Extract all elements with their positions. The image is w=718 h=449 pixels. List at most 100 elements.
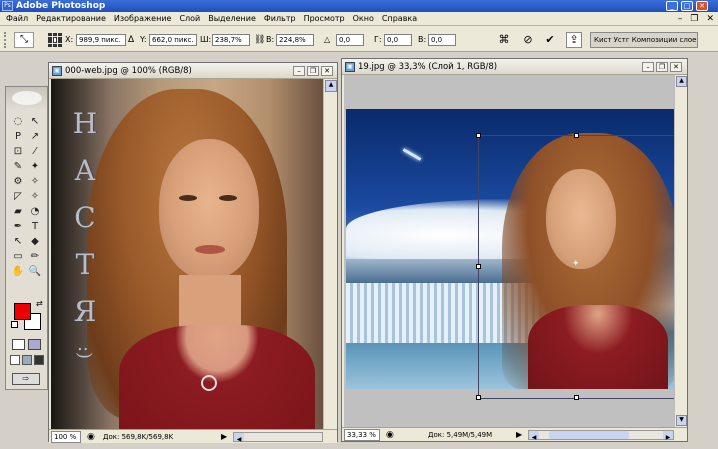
gradient-tool-icon[interactable]: ✧ bbox=[27, 190, 43, 204]
marquee-tool-icon[interactable]: ◌ bbox=[10, 115, 26, 129]
doc-restore-icon[interactable]: ❐ bbox=[690, 12, 698, 26]
lasso-tool-icon[interactable]: P bbox=[10, 130, 26, 144]
menu-edit[interactable]: Редактирование bbox=[32, 12, 110, 26]
doc2-canvas-area[interactable]: ✦ bbox=[344, 75, 674, 429]
menu-view[interactable]: Просмотр bbox=[300, 12, 349, 26]
transform-handle[interactable] bbox=[574, 395, 579, 400]
doc1-status-menu-arrow[interactable]: ▶ bbox=[221, 430, 227, 444]
hand-tool-icon[interactable]: ✋ bbox=[10, 265, 26, 279]
doc-close-icon[interactable]: ✕ bbox=[706, 12, 714, 26]
menu-layer[interactable]: Слой bbox=[175, 12, 204, 26]
dodge-tool-icon[interactable]: ◔ bbox=[27, 205, 43, 219]
doc-minimize-icon[interactable]: – bbox=[678, 12, 683, 26]
options-grip bbox=[4, 32, 12, 48]
doc1-restore-button[interactable]: ❐ bbox=[307, 66, 319, 76]
doc1-canvas[interactable]: Н А С Т Я :) bbox=[51, 79, 323, 429]
doc2-zoom-field[interactable]: 33,33 % bbox=[344, 429, 380, 441]
standard-mode-icon[interactable] bbox=[12, 339, 25, 350]
transform-handle[interactable] bbox=[476, 133, 481, 138]
vertical-skew-field[interactable]: 0,0 bbox=[428, 34, 456, 46]
clone-stamp-icon[interactable]: ⚙ bbox=[10, 175, 26, 189]
doc2-close-button[interactable]: ✕ bbox=[670, 62, 682, 72]
menu-bar: Файл Редактирование Изображение Слой Выд… bbox=[0, 12, 718, 26]
y-position-field[interactable]: 662,0 пикс. bbox=[149, 34, 197, 46]
path-selection-icon[interactable]: ✒ bbox=[10, 220, 26, 234]
screen-mode-full-menu-icon[interactable] bbox=[22, 355, 32, 365]
doc2-horizontal-scrollbar[interactable]: ◀ ▶ bbox=[528, 430, 674, 441]
quick-mask-icon[interactable] bbox=[28, 339, 41, 350]
horizontal-skew-field[interactable]: 0,0 bbox=[384, 34, 412, 46]
file-browser-icon[interactable]: ⇪ bbox=[566, 32, 582, 48]
screen-mode-standard-icon[interactable] bbox=[10, 355, 20, 365]
doc1-zoom-field[interactable]: 100 % bbox=[51, 431, 81, 443]
transform-handle[interactable] bbox=[476, 264, 481, 269]
swap-colors-icon[interactable]: ⇄ bbox=[36, 299, 43, 308]
scroll-left-icon[interactable]: ◀ bbox=[529, 431, 539, 441]
transform-handle[interactable] bbox=[574, 133, 579, 138]
brush-tool-icon[interactable]: ✦ bbox=[27, 160, 43, 174]
transform-handle[interactable] bbox=[476, 395, 481, 400]
pen-tool-icon[interactable]: ◆ bbox=[27, 235, 43, 249]
doc1-close-button[interactable]: ✕ bbox=[321, 66, 333, 76]
minimize-button[interactable]: _ bbox=[666, 1, 678, 11]
x-position-field[interactable]: 989,9 пикс. bbox=[76, 34, 126, 46]
reference-point-icon[interactable] bbox=[48, 33, 62, 47]
close-button[interactable]: ✕ bbox=[696, 1, 708, 11]
scroll-up-icon[interactable]: ▲ bbox=[325, 80, 337, 92]
zoom-tool-icon[interactable]: 🔍 bbox=[27, 265, 43, 279]
jump-to-imageready-icon[interactable]: ⇨ bbox=[12, 373, 40, 385]
cancel-transform-button[interactable]: ⊘ bbox=[520, 32, 536, 48]
doc1-status-icon[interactable]: ◉ bbox=[87, 430, 95, 444]
default-colors-icon[interactable] bbox=[11, 321, 18, 328]
blur-tool-icon[interactable]: ▰ bbox=[10, 205, 26, 219]
menu-select[interactable]: Выделение bbox=[204, 12, 260, 26]
doc2-status-menu-arrow[interactable]: ▶ bbox=[516, 428, 522, 442]
transform-tool-icon[interactable]: ⤡ bbox=[14, 32, 34, 48]
height-field[interactable]: 224,8% bbox=[276, 34, 314, 46]
menu-filter[interactable]: Фильтр bbox=[260, 12, 300, 26]
doc2-restore-button[interactable]: ❐ bbox=[656, 62, 668, 72]
eyedropper-tool-icon[interactable]: ✏ bbox=[27, 250, 43, 264]
palette-well[interactable]: Кист Устг Композиции слоев bbox=[590, 32, 698, 48]
direct-selection-icon[interactable]: ↖ bbox=[10, 235, 26, 249]
crop-tool-icon[interactable]: ⊡ bbox=[10, 145, 26, 159]
scroll-thumb[interactable] bbox=[549, 431, 629, 439]
doc1-minimize-button[interactable]: – bbox=[293, 66, 305, 76]
slice-tool-icon[interactable]: ⁄ bbox=[27, 145, 43, 159]
doc1-horizontal-scrollbar[interactable]: ◀ bbox=[233, 432, 323, 443]
doc1-vertical-scrollbar[interactable]: ▲ bbox=[323, 79, 337, 429]
doc2-minimize-button[interactable]: – bbox=[642, 62, 654, 72]
relative-delta-icon[interactable]: Δ bbox=[128, 34, 134, 46]
feather-icon bbox=[12, 91, 42, 105]
menu-file[interactable]: Файл bbox=[2, 12, 32, 26]
scroll-left-icon[interactable]: ◀ bbox=[234, 433, 244, 443]
doc2-status-icon[interactable]: ◉ bbox=[386, 428, 394, 442]
foreground-color-swatch[interactable] bbox=[14, 303, 31, 320]
doc1-mouth bbox=[195, 245, 225, 254]
menu-help[interactable]: Справка bbox=[378, 12, 421, 26]
doc2-doc-size: Док: 5,49M/5,49M bbox=[428, 431, 493, 439]
scroll-down-icon[interactable]: ▼ bbox=[676, 415, 687, 426]
history-brush-icon[interactable]: ✧ bbox=[27, 175, 43, 189]
notes-tool-icon[interactable]: ▭ bbox=[10, 250, 26, 264]
maximize-button[interactable]: □ bbox=[681, 1, 693, 11]
link-chain-icon[interactable]: ⛓ bbox=[254, 34, 265, 46]
commit-transform-button[interactable]: ✔ bbox=[542, 32, 558, 48]
menu-image[interactable]: Изображение bbox=[110, 12, 176, 26]
healing-brush-icon[interactable]: ✎ bbox=[10, 160, 26, 174]
screen-mode-full-icon[interactable] bbox=[34, 355, 44, 365]
width-field[interactable]: 238,7% bbox=[212, 34, 250, 46]
width-label: Ш: bbox=[200, 35, 212, 44]
type-tool-icon[interactable]: T bbox=[27, 220, 43, 234]
scroll-up-icon[interactable]: ▲ bbox=[676, 76, 687, 87]
eraser-tool-icon[interactable]: ◸ bbox=[10, 190, 26, 204]
scroll-right-icon[interactable]: ▶ bbox=[663, 431, 673, 441]
warp-mode-icon[interactable]: ⌘ bbox=[496, 32, 512, 48]
menu-window[interactable]: Окно bbox=[349, 12, 378, 26]
magic-wand-tool-icon[interactable]: ↗ bbox=[27, 130, 43, 144]
move-tool-icon[interactable]: ↖ bbox=[27, 115, 43, 129]
angle-field[interactable]: 0,0 bbox=[336, 34, 364, 46]
transform-bounding-box[interactable] bbox=[476, 133, 674, 400]
doc2-titlebar: 19.jpg @ 33,3% (Слой 1, RGB/8) ▣ – ❐ ✕ bbox=[342, 59, 687, 75]
doc2-vertical-scrollbar[interactable]: ▲ ▼ bbox=[674, 75, 687, 429]
